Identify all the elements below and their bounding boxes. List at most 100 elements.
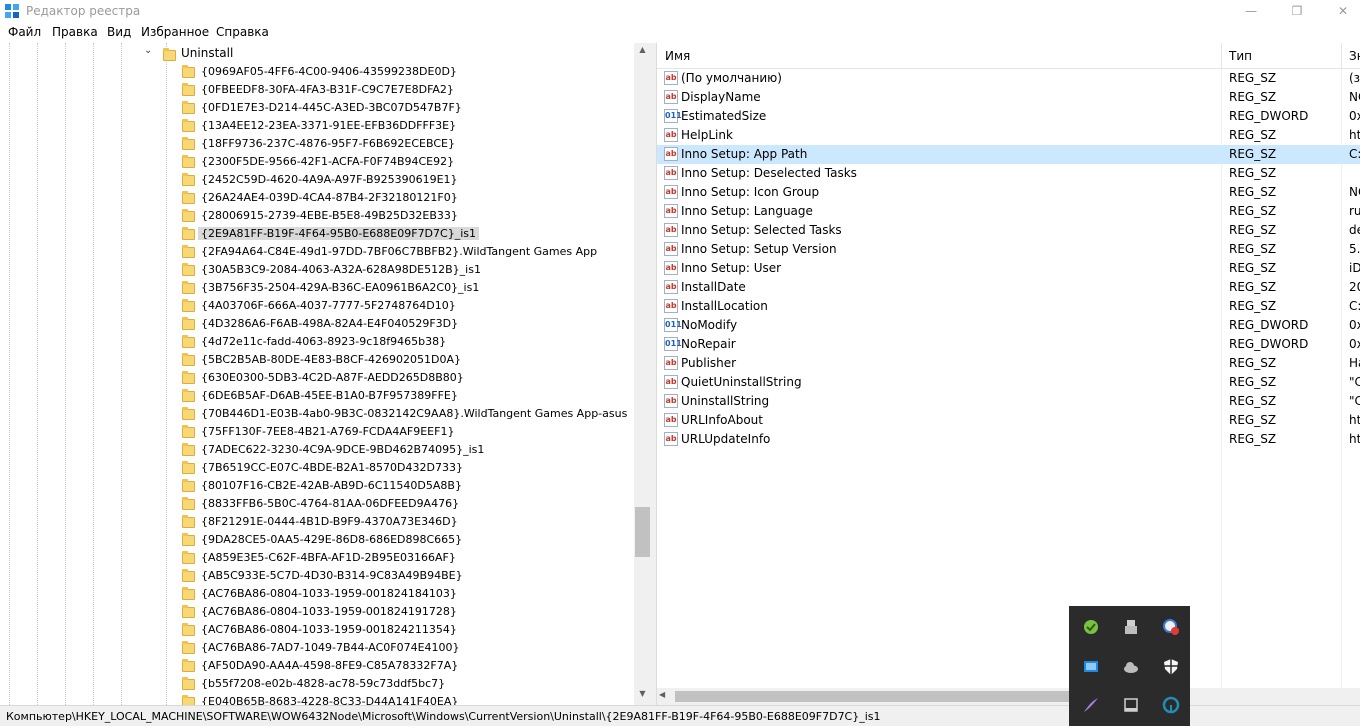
value-row[interactable]: abInno Setup: Selected Tasks REG_SZ de — [657, 221, 1360, 240]
value-row[interactable]: abQuietUninstallString REG_SZ "C — [657, 373, 1360, 392]
registry-tree[interactable]: ⌄ Uninstall {0969AF05-4FF6-4C00-9406-435… — [0, 43, 651, 705]
value-row[interactable]: abInno Setup: Setup Version REG_SZ 5.5 — [657, 240, 1360, 259]
monitor-app-icon[interactable] — [1071, 648, 1111, 686]
tree-node[interactable]: {AC76BA86-0804-1033-1959-001824184103} — [180, 585, 610, 603]
menu-help[interactable]: Справка — [216, 25, 269, 39]
value-row[interactable]: abUninstallString REG_SZ "C — [657, 392, 1360, 411]
tree-node[interactable]: {75FF130F-7EE8-4B21-A769-FCDA4AF9EEF1} — [180, 423, 610, 441]
value-row[interactable]: ab(По умолчанию) REG_SZ (зн — [657, 69, 1360, 88]
scroll-left-arrow-icon[interactable]: ◀ — [659, 690, 665, 699]
string-value-icon: ab — [664, 261, 678, 275]
column-divider[interactable] — [1341, 43, 1342, 69]
chevron-down-icon[interactable]: ⌄ — [144, 45, 152, 56]
tree-node[interactable]: {AC76BA86-7AD7-1049-7B44-AC0F074E4100} — [180, 639, 610, 657]
value-row[interactable]: abDisplayName REG_SZ NC — [657, 88, 1360, 107]
menu-edit[interactable]: Правка — [52, 25, 98, 39]
value-row[interactable]: abInno Setup: User REG_SZ iDe — [657, 259, 1360, 278]
folder-icon — [182, 389, 195, 402]
tree-node[interactable]: {4d72e11c-fadd-4063-8923-9c18f9465b38} — [180, 333, 610, 351]
tree-node[interactable]: {AB5C933E-5C7D-4D30-B314-9C83A49B94BE} — [180, 567, 610, 585]
value-row[interactable]: abInstallLocation REG_SZ C:\ — [657, 297, 1360, 316]
tree-node[interactable]: {4D3286A6-F6AB-498A-82A4-E4F040529F3D} — [180, 315, 610, 333]
usb-drive-icon[interactable] — [1111, 608, 1151, 646]
tree-node[interactable]: {AF50DA90-AA4A-4598-8FE9-C85A78332F7A} — [180, 657, 610, 675]
display-icon[interactable] — [1111, 686, 1151, 724]
tree-node[interactable]: {8833FFB6-5B0C-4764-81AA-06DFEED9A476} — [180, 495, 610, 513]
close-button[interactable]: ✕ — [1320, 0, 1360, 24]
tree-node[interactable]: {0FD1E7E3-D214-445C-A3ED-3BC07D547B7F} — [180, 99, 610, 117]
tree-node-label: {AB5C933E-5C7D-4D30-B314-9C83A49B94BE} — [201, 569, 463, 582]
tree-node[interactable]: {8F21291E-0444-4B1D-B9F9-4370A73E346D} — [180, 513, 610, 531]
tree-node[interactable]: {E040B65B-8683-4228-8C33-D44A141F40EA} — [180, 693, 610, 705]
scroll-up-arrow-icon[interactable]: ▲ — [634, 45, 651, 59]
minimize-button[interactable]: — — [1228, 0, 1274, 24]
values-horizontal-scrollbar[interactable]: ◀ — [657, 688, 1360, 705]
tree-node-label: {AC76BA86-0804-1033-1959-001824211354} — [201, 623, 457, 636]
tree-node[interactable]: {3B756F35-2504-429A-B36C-EA0961B6A2C0}_i… — [180, 279, 610, 297]
value-row[interactable]: abPublisher REG_SZ Ha — [657, 354, 1360, 373]
tree-node-label: {8833FFB6-5B0C-4764-81AA-06DFEED9A476} — [201, 497, 460, 510]
column-header-name[interactable]: Имя — [665, 49, 690, 63]
tree-node[interactable]: {13A4EE12-23EA-3371-91EE-EFB36DDFFF3E} — [180, 117, 610, 135]
tree-node[interactable]: {A859E3E5-C62F-4BFA-AF1D-2B95E03166AF} — [180, 549, 610, 567]
tree-node[interactable]: {b55f7208-e02b-4828-ac78-59c73ddf5bc7} — [180, 675, 610, 693]
folder-icon — [182, 533, 195, 546]
value-row[interactable]: 011NoModify REG_DWORD 0x — [657, 316, 1360, 335]
tree-node[interactable]: {2E9A81FF-B19F-4F64-95B0-E688E09F7D7C}_i… — [180, 225, 610, 243]
menu-favorites[interactable]: Избранное — [141, 25, 209, 39]
tree-node[interactable]: {7ADEC622-3230-4C9A-9DCE-9BD462B74095}_i… — [180, 441, 610, 459]
feather-pen-icon[interactable] — [1071, 686, 1111, 724]
value-row[interactable]: abInno Setup: Language REG_SZ ru — [657, 202, 1360, 221]
tree-node[interactable]: {5BC2B5AB-80DE-4E83-B8CF-426902051D0A} — [180, 351, 610, 369]
menu-file[interactable]: Файл — [8, 25, 41, 39]
value-row[interactable]: abInno Setup: App Path REG_SZ C:\ — [657, 145, 1360, 164]
tree-node[interactable]: {80107F16-CB2E-42AB-AB9D-6C11540D5A8B} — [180, 477, 610, 495]
security-shield-icon[interactable] — [1151, 648, 1191, 686]
value-row[interactable]: 011NoRepair REG_DWORD 0x — [657, 335, 1360, 354]
value-row[interactable]: abInno Setup: Icon Group REG_SZ NC — [657, 183, 1360, 202]
tree-guide-line — [166, 43, 167, 705]
value-row[interactable]: abHelpLink REG_SZ htt — [657, 126, 1360, 145]
string-value-icon: ab — [664, 356, 678, 370]
column-header-type[interactable]: Тип — [1229, 49, 1252, 63]
blue-circle-icon[interactable] — [1151, 686, 1191, 724]
red-badge-icon[interactable] — [1151, 608, 1191, 646]
tree-node[interactable]: {18FF9736-237C-4876-95F7-F6B692ECEBCE} — [180, 135, 610, 153]
tree-node[interactable]: {28006915-2739-4EBE-B5E8-49B25D32EB33} — [180, 207, 610, 225]
tree-node[interactable]: {2FA94A64-C84E-49d1-97DD-7BF06C7BBFB2}.W… — [180, 243, 610, 261]
tree-node[interactable]: {AC76BA86-0804-1033-1959-001824191728} — [180, 603, 610, 621]
value-row[interactable]: abURLUpdateInfo REG_SZ htt — [657, 430, 1360, 449]
folder-icon — [182, 227, 195, 240]
tree-node[interactable]: {630E0300-5DB3-4C2D-A87F-AEDD265D8B80} — [180, 369, 610, 387]
tree-node[interactable]: {AC76BA86-0804-1033-1959-001824211354} — [180, 621, 610, 639]
onedrive-cloud-icon[interactable] — [1111, 648, 1151, 686]
tree-node[interactable]: {0FBEEDF8-30FA-4FA3-B31F-C9C7E7E8DFA2} — [180, 81, 610, 99]
tree-node[interactable]: {0969AF05-4FF6-4C00-9406-43599238DE0D} — [180, 63, 610, 81]
menu-view[interactable]: Вид — [107, 25, 131, 39]
tree-node[interactable]: {2300F5DE-9566-42F1-ACFA-F0F74B94CE92} — [180, 153, 610, 171]
tree-node[interactable]: {26A24AE4-039D-4CA4-87B4-2F32180121F0} — [180, 189, 610, 207]
tree-node[interactable]: {70B446D1-E03B-4ab0-9B3C-0832142C9AA8}.W… — [180, 405, 627, 423]
scroll-thumb[interactable] — [635, 507, 650, 557]
tree-node[interactable]: {6DE6B5AF-D6AB-45EE-B1A0-B7F957389FFE} — [180, 387, 610, 405]
scroll-thumb[interactable] — [675, 691, 1095, 702]
value-row[interactable]: ab Inno Setup: Deselected Tasks REG_SZ — [657, 164, 1360, 183]
maximize-button[interactable]: ❐ — [1274, 0, 1320, 24]
tree-node[interactable]: {7B6519CC-E07C-4BDE-B2A1-8570D432D733} — [180, 459, 610, 477]
tree-node-label: {0969AF05-4FF6-4C00-9406-43599238DE0D} — [201, 65, 457, 78]
folder-icon — [182, 209, 195, 222]
tree-node[interactable]: {30A5B3C9-2084-4063-A32A-628A98DE512B}_i… — [180, 261, 610, 279]
green-app-icon[interactable] — [1071, 608, 1111, 646]
column-divider[interactable] — [1221, 43, 1222, 69]
value-row[interactable]: 011EstimatedSize REG_DWORD 0x — [657, 107, 1360, 126]
value-row[interactable]: abInstallDate REG_SZ 20 — [657, 278, 1360, 297]
tree-node[interactable]: {2452C59D-4620-4A9A-A97F-B925390619E1} — [180, 171, 610, 189]
values-list[interactable]: Имя Тип Зн ab(По умолчанию)REG_SZ(знabDi… — [656, 43, 1360, 705]
tree-node[interactable]: {4A03706F-666A-4037-7777-5F2748764D10} — [180, 297, 610, 315]
tree-node[interactable]: {9DA28CE5-0AA5-429E-86D8-686ED898C665} — [180, 531, 610, 549]
column-header-data[interactable]: Зн — [1349, 49, 1360, 63]
value-row[interactable]: abURLInfoAbout REG_SZ htt — [657, 411, 1360, 430]
tree-vertical-scrollbar[interactable]: ▲ ▼ — [634, 43, 651, 705]
folder-icon — [182, 695, 195, 705]
scroll-down-arrow-icon[interactable]: ▼ — [634, 689, 651, 703]
